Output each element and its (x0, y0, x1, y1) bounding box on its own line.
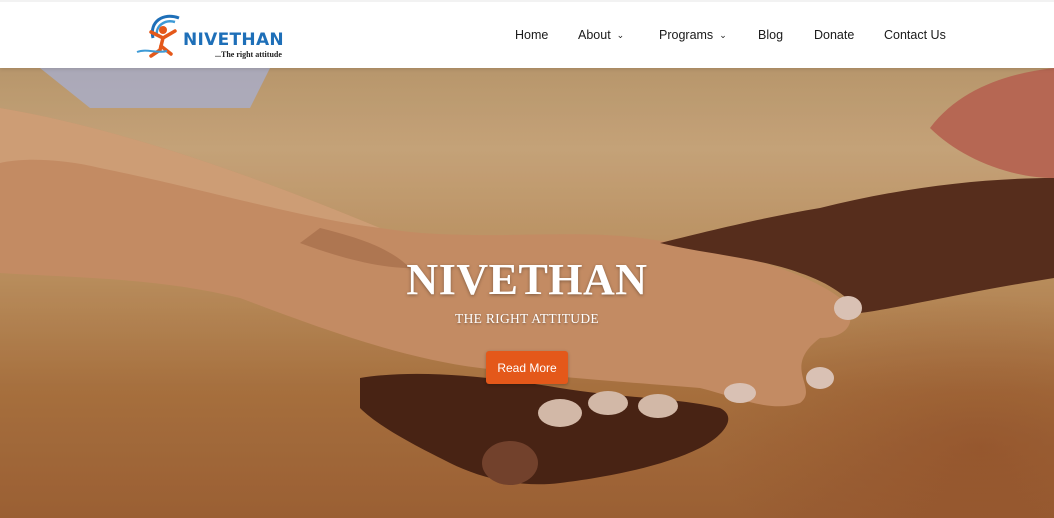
nav-item-about[interactable]: About ⌄ (578, 28, 624, 42)
nav-item-label: About (578, 28, 611, 42)
logo-wordmark: NIVETHAN (183, 30, 284, 50)
hero-subtitle: THE RIGHT ATTITUDE (455, 311, 599, 326)
hero-banner: NIVETHAN THE RIGHT ATTITUDE Read More (0, 68, 1054, 518)
chevron-down-icon: ⌄ (616, 30, 625, 40)
chevron-down-icon: ⌄ (719, 30, 727, 40)
nav-item-contact-us[interactable]: Contact Us (884, 28, 946, 42)
nav-item-label: Blog (758, 28, 784, 42)
nav-item-home[interactable]: Home (515, 28, 548, 42)
nav-item-label: Contact Us (884, 28, 946, 42)
nav-item-label: Home (515, 28, 549, 42)
nav-item-donate[interactable]: Donate (814, 28, 854, 42)
read-more-button[interactable]: Read More (486, 351, 568, 384)
nav-item-blog[interactable]: Blog (758, 28, 783, 42)
logo-tagline: ...The right attitude (215, 50, 282, 59)
nav-item-label: Programs (659, 28, 714, 42)
site-logo[interactable]: NIVETHAN ...The right attitude (133, 8, 284, 64)
nav-item-programs[interactable]: Programs ⌄ (659, 28, 727, 42)
site-header: NIVETHAN ...The right attitude Home Abou… (0, 0, 1054, 68)
nav-item-label: Donate (814, 28, 855, 42)
hero-title: NIVETHAN (406, 255, 648, 304)
